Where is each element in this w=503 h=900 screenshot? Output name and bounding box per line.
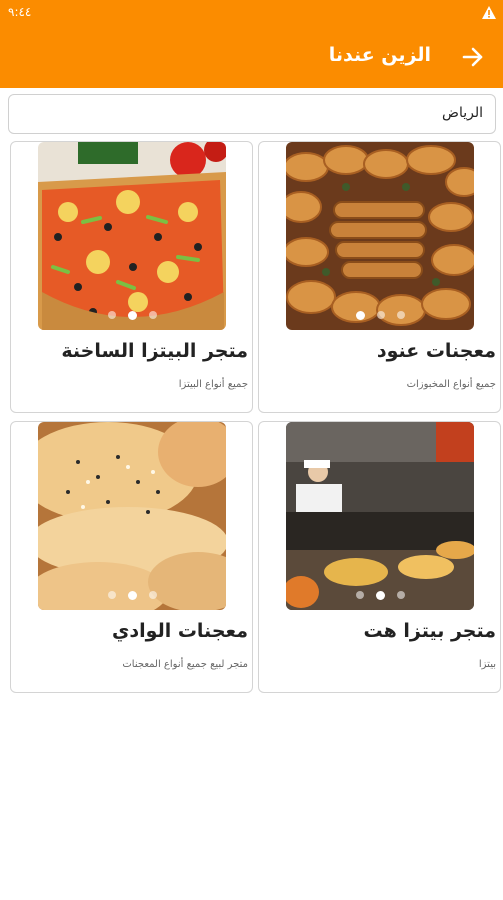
arrow-right-icon (462, 47, 483, 67)
pizza-kitchen-photo (286, 422, 474, 610)
store-title: متجر بيتزا هت (363, 620, 496, 642)
store-title: معجنات الوادي (111, 620, 248, 642)
status-bar: ٩:٤٤ (0, 0, 503, 26)
store-image (38, 422, 226, 610)
store-image (286, 422, 474, 610)
store-title: متجر البيتزا الساخنة (61, 340, 248, 362)
app-bar: الزين عندنا (0, 26, 503, 88)
store-description: متجر لبيع جميع أنواع المعجنات (122, 659, 248, 670)
pastries-photo (286, 142, 474, 330)
store-description: بيتزا (478, 659, 496, 670)
warning-icon (482, 6, 496, 19)
city-selector[interactable]: الرياض (8, 94, 496, 134)
store-image (38, 142, 226, 330)
store-card[interactable]: معجنات عنود جميع أنواع المخبوزات (258, 141, 501, 413)
city-label: الرياض (442, 105, 483, 121)
store-description: جميع أنواع البيتزا (178, 379, 248, 390)
carousel-dots (286, 591, 474, 600)
page-title: الزين عندنا (328, 44, 431, 66)
bread-photo (38, 422, 226, 610)
carousel-dots (286, 311, 474, 320)
carousel-dots (38, 311, 226, 320)
pizza-photo (38, 142, 226, 330)
store-title: معجنات عنود (376, 340, 496, 362)
back-button[interactable] (453, 38, 493, 76)
carousel-dots (38, 591, 226, 600)
store-image (286, 142, 474, 330)
store-card[interactable]: معجنات الوادي متجر لبيع جميع أنواع المعج… (10, 421, 253, 693)
store-description: جميع أنواع المخبوزات (406, 379, 496, 390)
status-time: ٩:٤٤ (8, 5, 32, 19)
store-card[interactable]: متجر بيتزا هت بيتزا (258, 421, 501, 693)
store-card[interactable]: متجر البيتزا الساخنة جميع أنواع البيتزا (10, 141, 253, 413)
